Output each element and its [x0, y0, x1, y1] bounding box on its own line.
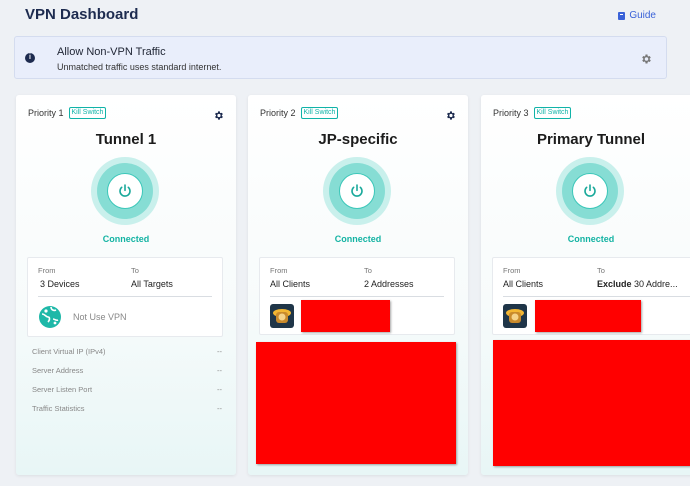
power-ring — [91, 157, 159, 225]
route-box: From 3 Devices To All Targets Not Use VP… — [27, 257, 223, 337]
to-label: To — [597, 266, 605, 275]
redacted-block — [301, 300, 390, 332]
tunnel-card: Priority 2 Kill Switch JP-specific Conne… — [248, 95, 468, 475]
connection-status: Connected — [102, 234, 150, 244]
stat-value: -- — [217, 366, 222, 375]
to-value[interactable]: 2 Addresses — [364, 279, 414, 289]
redacted-block — [256, 342, 456, 464]
power-icon — [119, 184, 131, 197]
stat-value: -- — [217, 404, 222, 413]
avatar-icon — [503, 304, 527, 328]
from-label: From — [503, 266, 521, 275]
to-value-mode: Exclude — [597, 279, 632, 289]
power-icon — [584, 184, 596, 197]
tunnel-name: JP-specific — [318, 131, 398, 148]
from-label: From — [270, 266, 288, 275]
to-value-text: 30 Addre... — [634, 279, 678, 289]
stat-value: -- — [217, 347, 222, 356]
avatar-icon — [270, 304, 294, 328]
stat-row: Client Virtual IP (IPv4) -- — [32, 347, 222, 356]
power-button[interactable] — [572, 173, 608, 209]
divider — [270, 296, 444, 297]
priority-row: Priority 2 Kill Switch — [260, 107, 339, 119]
stat-label: Server Listen Port — [32, 385, 93, 394]
power-button[interactable] — [339, 173, 375, 209]
kill-switch-badge: Kill Switch — [300, 107, 339, 119]
page-title: VPN Dashboard — [25, 6, 139, 23]
priority-row: Priority 1 Kill Switch — [28, 107, 107, 119]
from-value[interactable]: All Clients — [503, 279, 543, 289]
stat-row: Traffic Statistics -- — [32, 404, 222, 413]
divider — [38, 296, 212, 297]
to-label: To — [131, 266, 139, 275]
to-value[interactable]: All Targets — [131, 279, 173, 289]
divider — [503, 296, 690, 297]
info-icon: i — [25, 53, 35, 63]
connection-status: Connected — [334, 234, 382, 244]
book-icon — [618, 11, 626, 20]
to-value[interactable]: Exclude 30 Addre... — [597, 279, 678, 289]
banner-subtitle: Unmatched traffic uses standard internet… — [57, 62, 222, 72]
kill-switch-badge: Kill Switch — [68, 107, 107, 119]
tunnel-card: Priority 3 Kill Switch Primary Tunnel Co… — [481, 95, 690, 475]
power-ring — [556, 157, 624, 225]
priority-label: Priority 2 — [260, 108, 296, 118]
priority-row: Priority 3 Kill Switch — [493, 107, 572, 119]
tunnel-name: Primary Tunnel — [536, 131, 646, 148]
redacted-block — [493, 340, 690, 466]
power-button[interactable] — [107, 173, 143, 209]
vpn-note: Not Use VPN — [73, 312, 127, 322]
stat-label: Client Virtual IP (IPv4) — [32, 347, 106, 356]
from-value[interactable]: All Clients — [270, 279, 310, 289]
to-label: To — [364, 266, 372, 275]
gear-icon[interactable] — [213, 108, 224, 126]
guide-link[interactable]: Guide — [618, 10, 656, 21]
priority-label: Priority 1 — [28, 108, 64, 118]
stat-value: -- — [217, 385, 222, 394]
gear-icon[interactable] — [640, 52, 652, 70]
banner-title: Allow Non-VPN Traffic — [57, 46, 166, 58]
tunnel-card: Priority 1 Kill Switch Tunnel 1 Connecte… — [16, 95, 236, 475]
redacted-block — [535, 300, 641, 332]
stat-label: Server Address — [32, 366, 84, 375]
gear-icon[interactable] — [445, 108, 456, 126]
kill-switch-badge: Kill Switch — [533, 107, 572, 119]
stat-row: Server Listen Port -- — [32, 385, 222, 394]
tunnel-name: Tunnel 1 — [95, 131, 157, 148]
power-icon — [351, 184, 363, 197]
power-ring — [323, 157, 391, 225]
from-label: From — [38, 266, 56, 275]
priority-label: Priority 3 — [493, 108, 529, 118]
stat-row: Server Address -- — [32, 366, 222, 375]
from-value[interactable]: 3 Devices — [40, 279, 80, 289]
connection-status: Connected — [567, 234, 615, 244]
stat-label: Traffic Statistics — [32, 404, 85, 413]
globe-icon — [38, 305, 62, 334]
non-vpn-traffic-banner: i Allow Non-VPN Traffic Unmatched traffi… — [14, 36, 667, 79]
guide-label: Guide — [629, 10, 656, 21]
